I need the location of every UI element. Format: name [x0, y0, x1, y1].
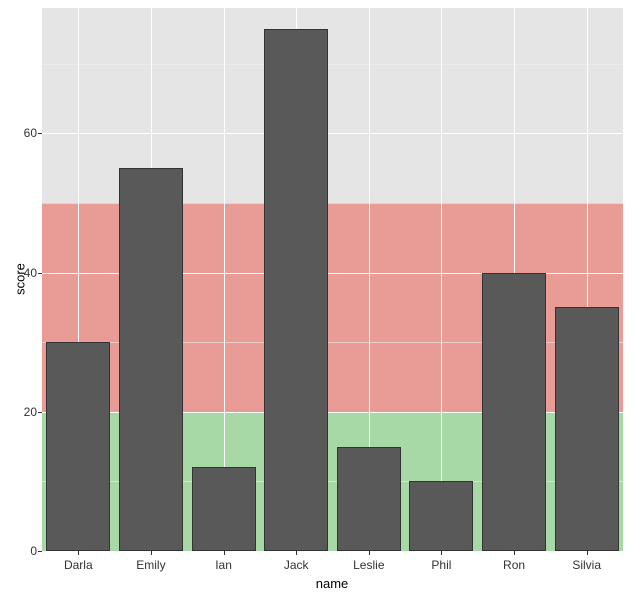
bar [192, 467, 256, 551]
y-tick-mark [38, 412, 42, 413]
bar [337, 447, 401, 551]
x-tick-mark [296, 551, 297, 555]
x-tick-label: Ron [503, 558, 525, 572]
y-tick-label: 40 [7, 266, 37, 280]
bar [119, 168, 183, 551]
x-tick-label: Phil [431, 558, 451, 572]
y-tick-mark [38, 133, 42, 134]
y-tick-label: 20 [7, 405, 37, 419]
x-tick-mark [587, 551, 588, 555]
x-tick-label: Darla [64, 558, 93, 572]
y-tick-mark [38, 551, 42, 552]
y-tick-mark [38, 273, 42, 274]
x-tick-label: Silvia [572, 558, 601, 572]
x-tick-label: Jack [284, 558, 309, 572]
bar [46, 342, 110, 551]
grid-line-v [441, 8, 442, 551]
grid-line [42, 551, 623, 552]
y-tick-label: 0 [7, 544, 37, 558]
grid-line [42, 133, 623, 134]
x-tick-mark [78, 551, 79, 555]
chart-container: score name 0204060DarlaEmilyIanJackLesli… [0, 0, 633, 596]
x-tick-mark [224, 551, 225, 555]
x-tick-mark [151, 551, 152, 555]
bar [482, 273, 546, 551]
x-tick-mark [514, 551, 515, 555]
x-tick-label: Ian [215, 558, 232, 572]
plot-panel [42, 8, 623, 551]
bar [409, 481, 473, 551]
x-tick-label: Emily [136, 558, 165, 572]
x-axis-label: name [316, 576, 349, 591]
y-tick-label: 60 [7, 126, 37, 140]
x-tick-label: Leslie [353, 558, 384, 572]
x-tick-mark [369, 551, 370, 555]
bar [555, 307, 619, 551]
grid-line-minor [42, 64, 623, 65]
bar [264, 29, 328, 551]
x-tick-mark [441, 551, 442, 555]
